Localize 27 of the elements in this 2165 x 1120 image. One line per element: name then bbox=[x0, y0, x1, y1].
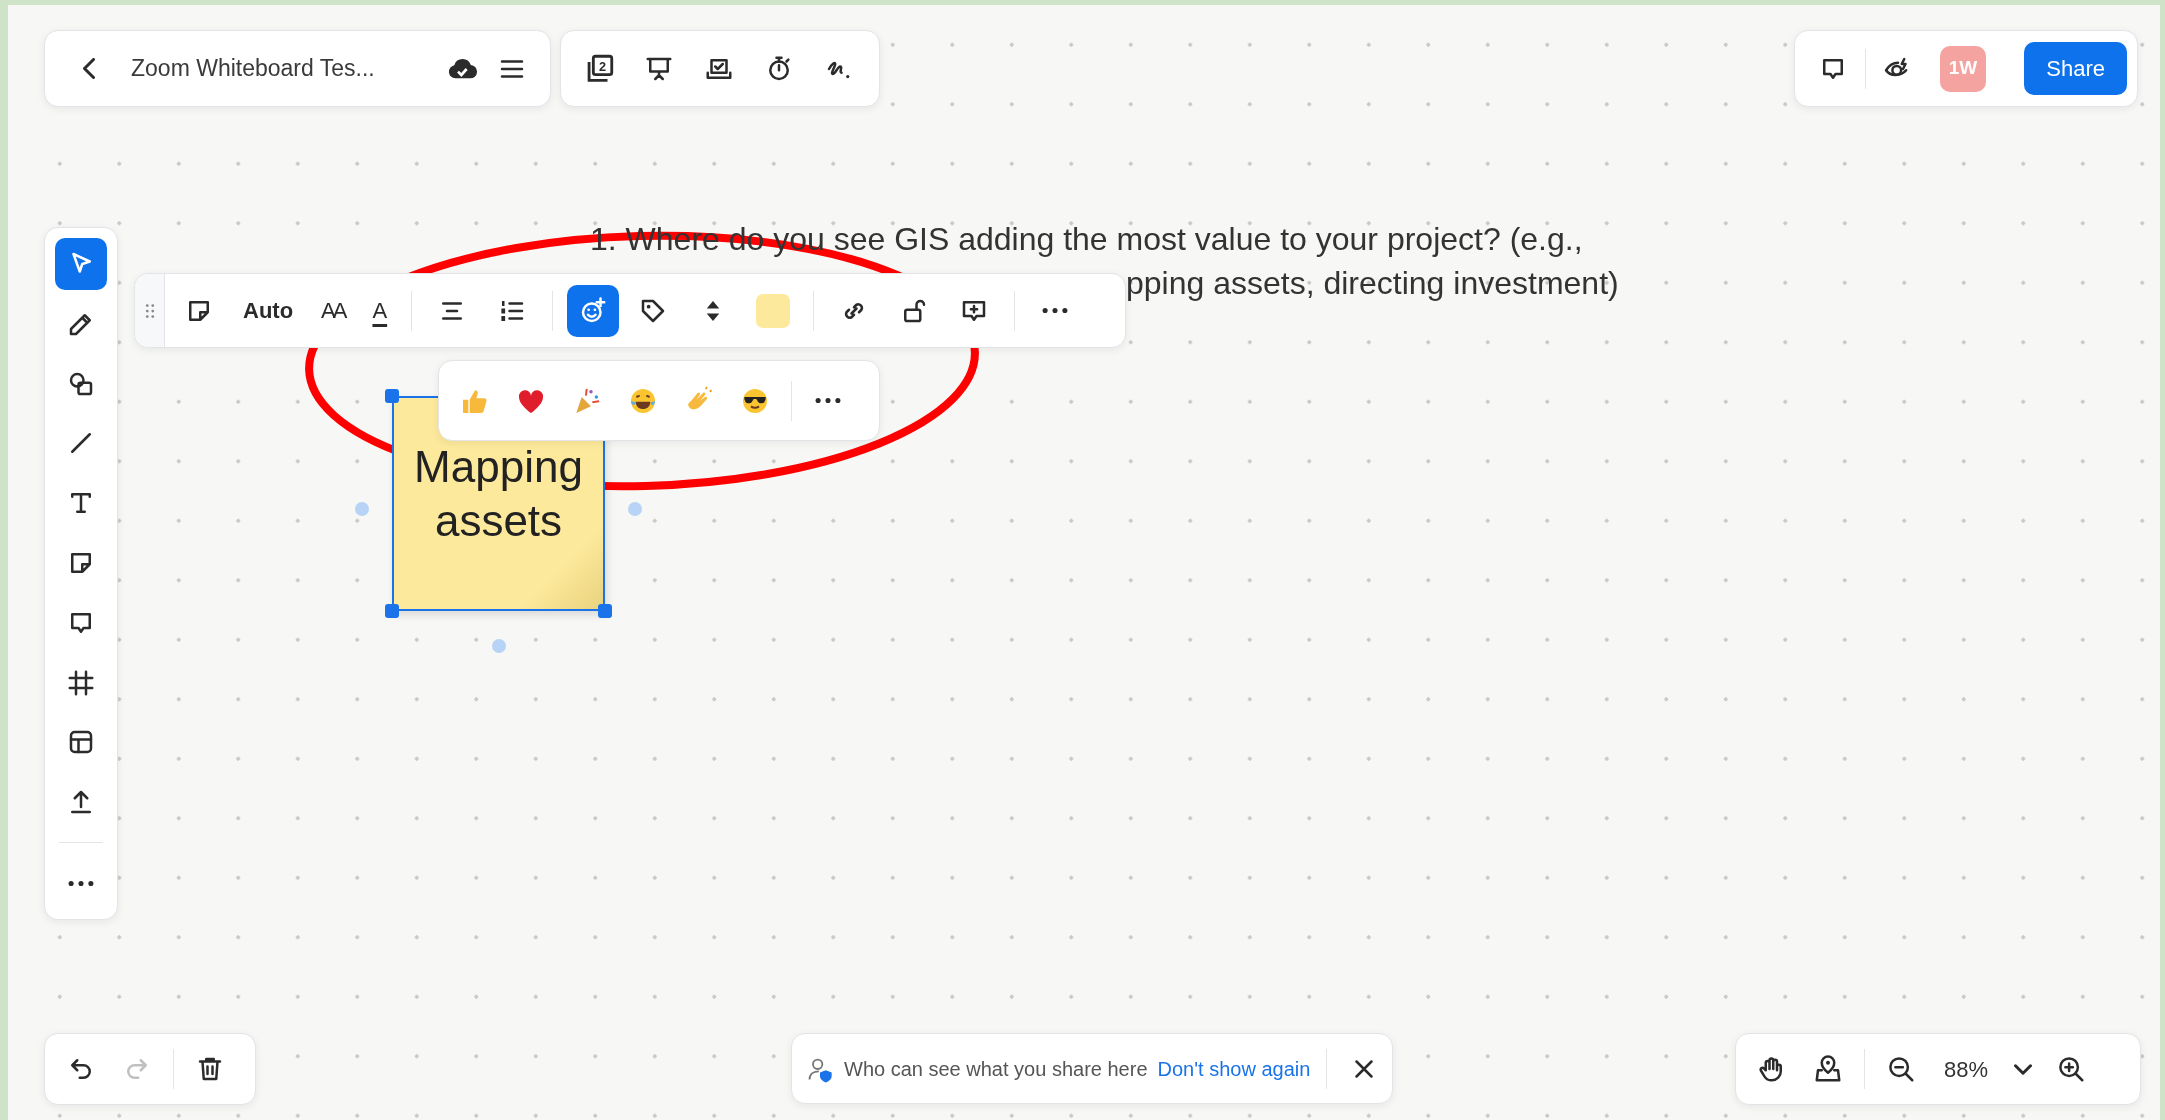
board-title: Zoom Whiteboard Tes... bbox=[131, 54, 375, 84]
zoom-in-icon bbox=[2056, 1054, 2086, 1084]
question-text: pping assets, directing investment) bbox=[1126, 264, 1619, 303]
connector-handle[interactable] bbox=[628, 502, 642, 516]
more-icon bbox=[1042, 307, 1069, 314]
connector-handle[interactable] bbox=[492, 639, 506, 653]
text-size-button[interactable]: AA bbox=[311, 284, 355, 337]
notice-text: Who can see what you share here bbox=[844, 1056, 1148, 1082]
connector-handle[interactable] bbox=[355, 502, 369, 516]
more-reactions-icon bbox=[815, 397, 841, 404]
share-button[interactable]: Share bbox=[2024, 42, 2127, 95]
text-color-button[interactable]: A bbox=[362, 284, 398, 337]
reaction-button[interactable] bbox=[567, 284, 620, 337]
resize-handle[interactable] bbox=[598, 604, 612, 618]
resize-handle[interactable] bbox=[385, 389, 399, 403]
locate-icon bbox=[1813, 1054, 1843, 1084]
back-icon bbox=[83, 58, 95, 79]
dont-show-again-link[interactable]: Don't show again bbox=[1157, 1053, 1311, 1084]
pages-button[interactable]: 2 bbox=[573, 42, 625, 95]
zoom-level: 88% bbox=[1942, 1055, 1989, 1084]
zoom-menu-icon bbox=[2014, 1063, 2032, 1075]
resize-handle[interactable] bbox=[385, 604, 399, 618]
zoom-out-icon bbox=[1886, 1054, 1916, 1084]
select-tool-button[interactable] bbox=[55, 238, 107, 290]
sticky-note-text: Mapping assets bbox=[413, 441, 584, 547]
more-icon bbox=[68, 879, 94, 887]
font-size-dropdown[interactable]: Auto bbox=[233, 284, 304, 337]
